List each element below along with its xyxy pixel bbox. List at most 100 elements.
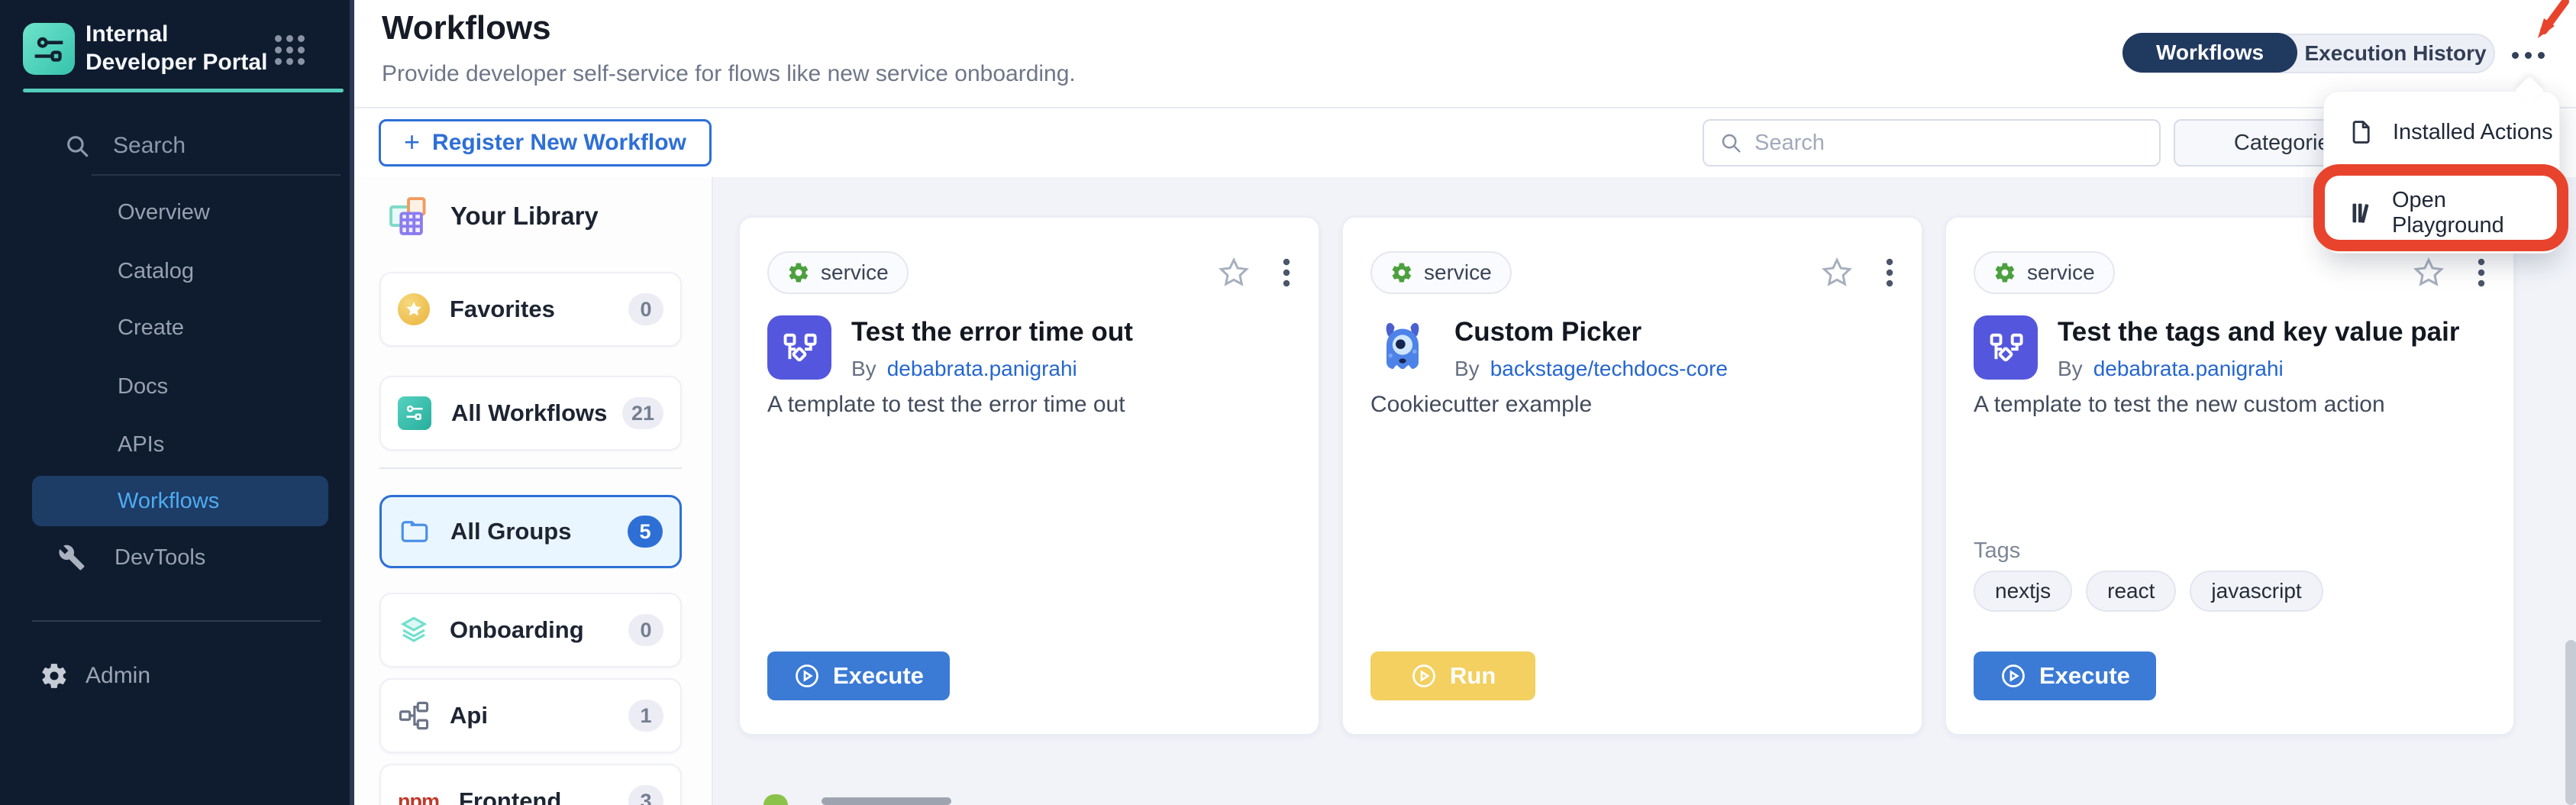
more-options-menu: Installed Actions Open Playground — [2323, 91, 2560, 254]
kind-chip-label: service — [821, 260, 889, 285]
library-item-all-groups-selected[interactable]: All Groups 5 — [379, 495, 682, 568]
author-link[interactable]: backstage/techdocs-core — [1490, 357, 1728, 381]
toggle-execution-history[interactable]: Execution History — [2297, 41, 2494, 66]
menu-item-installed-actions[interactable]: Installed Actions — [2324, 92, 2559, 173]
sidebar-item-docs[interactable]: Docs — [118, 374, 168, 399]
workflow-title: Test the error time out — [851, 317, 1133, 348]
plus-icon: + — [404, 126, 420, 158]
next-section-peek-icon — [763, 794, 788, 805]
kind-chip-label: service — [2027, 260, 2095, 285]
count-badge: 1 — [628, 700, 663, 732]
sidebar-item-apis[interactable]: APIs — [118, 432, 164, 457]
toggle-workflows[interactable]: Workflows — [2122, 33, 2297, 73]
run-button[interactable]: Run — [1370, 651, 1535, 700]
sidebar-item-admin[interactable]: Admin — [40, 661, 150, 690]
library-item-label: Api — [450, 702, 488, 729]
library-item-all-workflows[interactable]: All Workflows 21 — [379, 376, 682, 451]
npm-icon: npm — [398, 790, 439, 805]
library-item-onboarding[interactable]: Onboarding 0 — [379, 593, 682, 668]
workflow-icon — [1974, 315, 2038, 380]
sidebar-item-overview[interactable]: Overview — [118, 200, 210, 225]
library-item-frontend[interactable]: npm Frontend 3 — [379, 764, 682, 805]
workflow-title: Test the tags and key value pair — [2058, 317, 2460, 348]
count-badge: 0 — [628, 614, 663, 646]
count-badge: 0 — [628, 293, 663, 325]
library-header-label: Your Library — [450, 202, 599, 231]
tree-icon — [398, 700, 430, 732]
gear-icon — [1993, 261, 2016, 284]
tag-pill[interactable]: javascript — [2190, 571, 2323, 612]
favorite-star-icon[interactable] — [2413, 257, 2445, 289]
workflows-page: Internal Developer Portal Search Overvie… — [0, 0, 2576, 805]
kebab-menu-icon[interactable] — [1885, 257, 1894, 289]
action-label: Execute — [833, 662, 924, 690]
tags-row: nextjs react javascript — [1974, 571, 2323, 612]
execute-button[interactable]: Execute — [1974, 651, 2156, 700]
library-item-favorites[interactable]: Favorites 0 — [379, 272, 682, 347]
by-label: By — [851, 357, 876, 381]
app-logo-icon[interactable] — [23, 23, 75, 75]
count-badge: 21 — [622, 397, 663, 429]
sidebar: Internal Developer Portal Search Overvie… — [0, 0, 354, 805]
workflow-card-custom-picker: service — [1341, 216, 1923, 735]
library-panel: Your Library Favorites 0 All Workflows 2… — [354, 177, 713, 805]
next-section-peek-text — [822, 797, 951, 805]
favorite-star-icon[interactable] — [1821, 257, 1853, 289]
kind-chip[interactable]: service — [767, 251, 909, 294]
menu-item-open-playground[interactable]: Open Playground — [2324, 173, 2559, 254]
document-icon — [2348, 119, 2374, 145]
wrench-icon — [58, 544, 86, 571]
apps-grid-icon[interactable] — [275, 35, 305, 65]
library-item-label: All Workflows — [451, 399, 607, 427]
folder-icon — [399, 516, 431, 548]
by-label: By — [2058, 357, 2083, 381]
library-icon — [2348, 200, 2374, 226]
view-toggle: Workflows Execution History — [2122, 34, 2495, 73]
star-badge-icon — [398, 293, 430, 325]
execute-button[interactable]: Execute — [767, 651, 950, 700]
content-area: Your Library Favorites 0 All Workflows 2… — [354, 177, 2576, 805]
kebab-menu-icon[interactable] — [1282, 257, 1291, 289]
author-link[interactable]: debabrata.panigrahi — [2093, 357, 2284, 381]
circuit-logo-glyph — [32, 32, 66, 66]
sidebar-item-catalog[interactable]: Catalog — [118, 259, 194, 284]
workflow-description: Cookiecutter example — [1370, 392, 1894, 418]
gear-icon — [40, 661, 69, 690]
kind-chip[interactable]: service — [1370, 251, 1512, 294]
workflow-title: Custom Picker — [1454, 317, 1728, 348]
more-options-button[interactable] — [2512, 47, 2555, 63]
favorite-star-icon[interactable] — [1218, 257, 1250, 289]
kebab-menu-icon[interactable] — [2477, 257, 2486, 289]
sidebar-item-workflows-active[interactable]: Workflows — [32, 476, 328, 526]
count-badge: 5 — [628, 516, 663, 548]
sidebar-item-create[interactable]: Create — [118, 315, 184, 341]
action-label: Run — [1450, 662, 1496, 690]
workflow-tile-icon — [398, 396, 431, 430]
sidebar-search[interactable]: Search — [64, 127, 316, 165]
search-divider — [92, 174, 341, 176]
play-circle-icon — [1410, 662, 1438, 690]
register-label: Register New Workflow — [432, 130, 686, 156]
library-item-label: Frontend — [459, 787, 561, 805]
register-new-workflow-button[interactable]: + Register New Workflow — [379, 119, 712, 166]
author-link[interactable]: debabrata.panigrahi — [887, 357, 1077, 381]
sidebar-item-devtools[interactable]: DevTools — [58, 544, 205, 571]
gear-icon — [787, 261, 810, 284]
play-circle-icon — [2000, 662, 2027, 690]
tag-pill[interactable]: nextjs — [1974, 571, 2072, 612]
layers-icon — [398, 614, 430, 646]
tag-pill[interactable]: react — [2086, 571, 2176, 612]
sidebar-divider — [32, 620, 321, 622]
play-circle-icon — [793, 662, 821, 690]
count-badge: 3 — [628, 785, 663, 805]
page-subtitle: Provide developer self-service for flows… — [382, 61, 1076, 87]
page-header: Workflows Provide developer self-service… — [354, 0, 2576, 108]
kind-chip[interactable]: service — [1974, 251, 2115, 294]
workflow-card-tags-key-value: service Test the tags and — [1945, 216, 2515, 735]
workflow-description: A template to test the new custom action — [1974, 392, 2486, 418]
library-divider — [379, 467, 682, 469]
search-input[interactable] — [1754, 131, 2144, 156]
workflow-icon — [767, 315, 831, 380]
library-item-api[interactable]: Api 1 — [379, 678, 682, 753]
scrollbar-thumb[interactable] — [2565, 640, 2576, 805]
